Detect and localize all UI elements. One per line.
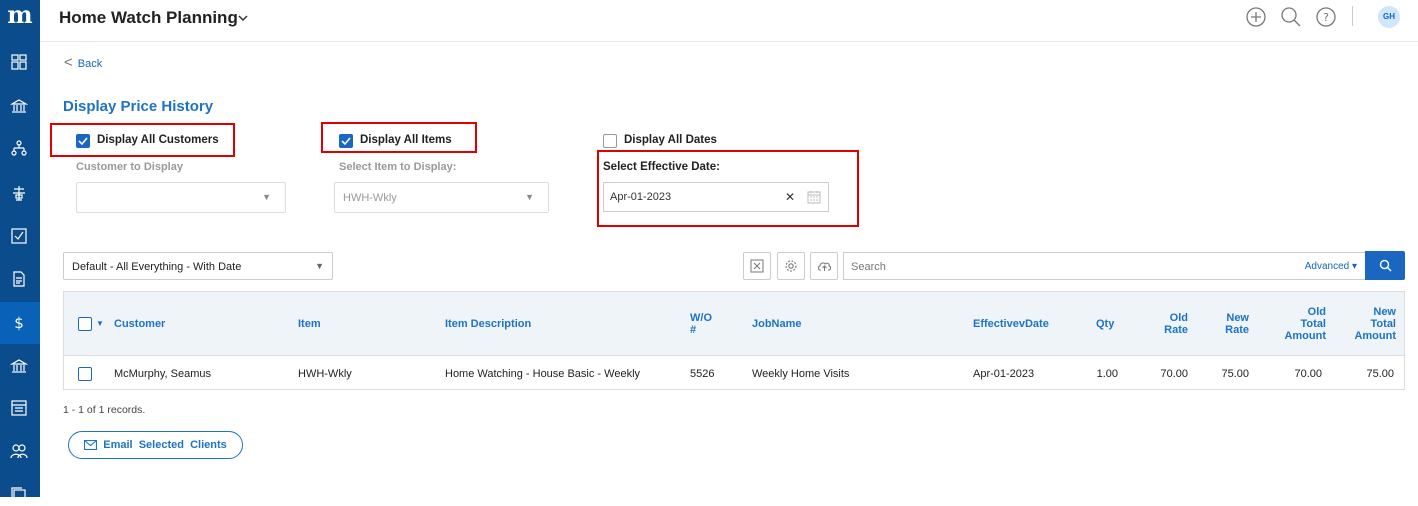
- cell-effective-date: Apr-01-2023: [973, 368, 1035, 380]
- avatar[interactable]: GH: [1378, 6, 1400, 28]
- col-old-rate-line1: Old: [1169, 312, 1188, 324]
- email-selected-clients-button[interactable]: Email Selected Clients: [68, 431, 243, 459]
- col-old-total-line1: Old: [1307, 306, 1326, 318]
- view-select-value: Default - All Everything - With Date: [72, 261, 242, 273]
- col-old-total-line3: Amount: [1284, 330, 1326, 342]
- col-qty[interactable]: Qty: [1096, 318, 1114, 330]
- clear-icon[interactable]: ✕: [785, 190, 795, 204]
- email-button-label: Email Selected Clients: [103, 439, 227, 451]
- help-icon[interactable]: ?: [1315, 6, 1337, 28]
- item-select-value: HWH-Wkly: [343, 192, 397, 204]
- export-excel-button[interactable]: [743, 252, 771, 280]
- col-new-total-line2: Total: [1370, 318, 1396, 330]
- cell-old-total: 70.00: [1294, 368, 1322, 380]
- settings-button[interactable]: [777, 252, 805, 280]
- effective-date-value: Apr-01-2023: [610, 191, 672, 203]
- select-all-checkbox[interactable]: [78, 317, 92, 331]
- col-new-total-line1: New: [1373, 306, 1396, 318]
- dropdown-arrow-icon: ▼: [315, 261, 324, 271]
- bank-icon[interactable]: [8, 95, 30, 117]
- effective-date-input[interactable]: Apr-01-2023 ✕: [603, 182, 829, 212]
- col-new-rate[interactable]: New Rate: [1209, 312, 1249, 336]
- cell-wo: 5526: [690, 368, 715, 380]
- cell-new-rate: 75.00: [1221, 368, 1249, 380]
- col-new-rate-line2: Rate: [1225, 324, 1249, 336]
- col-new-total-line3: Amount: [1354, 330, 1396, 342]
- customer-select[interactable]: ▼: [76, 182, 286, 213]
- calendar-icon[interactable]: [807, 190, 821, 207]
- page-title: Display Price History: [63, 98, 214, 115]
- price-history-table: ▼ Customer Item Item Description W/O # J…: [63, 291, 1405, 390]
- app-logo[interactable]: m: [0, 0, 40, 34]
- add-icon[interactable]: [1245, 6, 1267, 28]
- effective-date-label: Select Effective Date:: [603, 161, 720, 173]
- cell-job-name: Weekly Home Visits: [752, 368, 850, 380]
- all-items-checkbox[interactable]: [339, 134, 353, 148]
- bank-2-icon[interactable]: [8, 355, 30, 377]
- all-items-label: Display All Items: [360, 134, 452, 146]
- files-icon[interactable]: [8, 484, 30, 506]
- col-item[interactable]: Item: [298, 318, 321, 330]
- dropdown-arrow-icon: ▼: [262, 192, 271, 202]
- select-item-label: Select Item to Display:: [339, 161, 457, 173]
- col-wo-line1: W/O: [690, 312, 712, 324]
- cloud-upload-button[interactable]: [810, 252, 838, 280]
- col-effective-date[interactable]: EffectivevDate: [973, 318, 1049, 330]
- tower-icon[interactable]: [8, 182, 30, 204]
- col-old-rate-line2: Rate: [1164, 324, 1188, 336]
- dollar-icon[interactable]: $: [8, 312, 30, 334]
- col-new-rate-line1: New: [1226, 312, 1249, 324]
- svg-text:?: ?: [1323, 11, 1329, 24]
- all-customers-checkbox[interactable]: [76, 134, 90, 148]
- svg-text:$: $: [14, 314, 24, 332]
- list-icon[interactable]: [8, 397, 30, 419]
- select-menu-arrow-icon[interactable]: ▼: [96, 319, 104, 328]
- col-item-description[interactable]: Item Description: [445, 318, 531, 330]
- search-icon[interactable]: [1280, 6, 1302, 28]
- dashboard-icon[interactable]: [8, 51, 30, 73]
- all-dates-checkbox[interactable]: [603, 134, 617, 148]
- advanced-search-link[interactable]: Advanced ▾: [1305, 261, 1357, 272]
- col-job-name[interactable]: JobName: [752, 318, 802, 330]
- col-wo[interactable]: W/O #: [690, 312, 712, 336]
- all-dates-label: Display All Dates: [624, 134, 717, 146]
- view-select[interactable]: Default - All Everything - With Date ▼: [63, 252, 333, 280]
- col-wo-line2: #: [690, 324, 697, 336]
- col-old-total[interactable]: Old Total Amount: [1266, 306, 1326, 342]
- divider: [1352, 6, 1353, 26]
- cell-item: HWH-Wkly: [298, 368, 352, 380]
- all-customers-label: Display All Customers: [97, 134, 219, 146]
- chevron-down-icon[interactable]: [238, 12, 248, 26]
- search-placeholder: Search: [851, 261, 886, 273]
- search-button[interactable]: [1365, 251, 1405, 280]
- cell-customer: McMurphy, Seamus: [114, 368, 211, 380]
- col-new-total[interactable]: New Total Amount: [1336, 306, 1396, 342]
- cell-item-description: Home Watching - House Basic - Weekly: [445, 368, 641, 380]
- top-bar: Home Watch Planning ? GH: [40, 0, 1418, 42]
- cell-qty: 1.00: [1096, 368, 1118, 380]
- col-customer[interactable]: Customer: [114, 318, 165, 330]
- cell-new-total: 75.00: [1366, 368, 1394, 380]
- users-icon[interactable]: [8, 440, 30, 462]
- org-chart-icon[interactable]: [8, 137, 30, 159]
- back-link[interactable]: < Back: [64, 54, 102, 71]
- cell-old-rate: 70.00: [1160, 368, 1188, 380]
- mail-icon: [84, 440, 98, 450]
- sidebar: m $: [0, 0, 40, 503]
- app-title[interactable]: Home Watch Planning: [59, 8, 238, 28]
- dropdown-arrow-icon: ▼: [525, 192, 534, 202]
- records-count: 1 - 1 of 1 records.: [63, 404, 146, 416]
- tasks-icon[interactable]: [8, 225, 30, 247]
- item-select[interactable]: HWH-Wkly ▼: [334, 182, 549, 213]
- document-icon[interactable]: [8, 268, 30, 290]
- back-label: Back: [77, 58, 103, 70]
- col-old-rate[interactable]: Old Rate: [1148, 312, 1188, 336]
- chevron-left-icon: <: [64, 54, 73, 71]
- search-input[interactable]: Search Advanced ▾: [843, 252, 1366, 280]
- row-checkbox[interactable]: [78, 367, 92, 381]
- table-header: ▼ Customer Item Item Description W/O # J…: [64, 292, 1404, 356]
- col-old-total-line2: Total: [1300, 318, 1326, 330]
- customer-to-display-label: Customer to Display: [76, 161, 183, 173]
